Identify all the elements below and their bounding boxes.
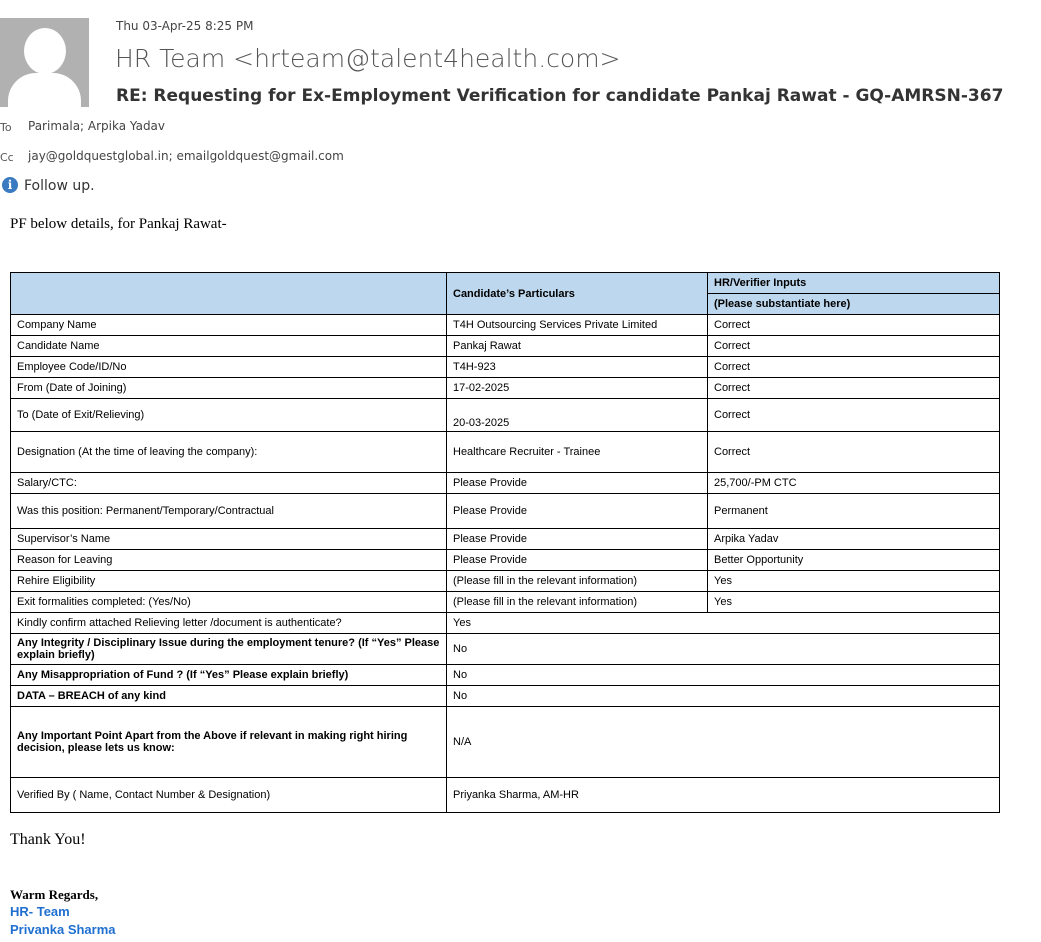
candidate-value: 20-03-2025 — [446, 398, 708, 432]
candidate-value: T4H Outsourcing Services Private Limited — [446, 314, 708, 336]
verifier-value: Correct — [707, 431, 1000, 473]
candidate-value: 17-02-2025 — [446, 377, 708, 399]
signature-team: HR- Team — [10, 904, 70, 919]
header-particulars: Candidate’s Particulars — [446, 272, 708, 315]
info-icon: i — [2, 177, 18, 193]
verifier-value: No — [446, 664, 1000, 686]
field-label: Any Misappropriation of Fund ? (If “Yes”… — [10, 664, 447, 686]
verifier-value: Priyanka Sharma, AM-HR — [446, 777, 1000, 813]
candidate-value: (Please fill in the relevant information… — [446, 591, 708, 613]
table-row: Was this position: Permanent/Temporary/C… — [10, 493, 1000, 529]
candidate-value: T4H-923 — [446, 356, 708, 378]
verifier-value: No — [446, 633, 1000, 665]
candidate-value: Please Provide — [446, 528, 708, 550]
candidate-value: (Please fill in the relevant information… — [446, 570, 708, 592]
candidate-value: Please Provide — [446, 493, 708, 529]
field-label: Any Important Point Apart from the Above… — [10, 706, 447, 778]
verifier-value: Yes — [707, 570, 1000, 592]
field-label: Reason for Leaving — [10, 549, 447, 571]
verifier-value: Arpika Yadav — [707, 528, 1000, 550]
intro-text: PF below details, for Pankaj Rawat- — [10, 216, 227, 232]
email-subject: RE: Requesting for Ex-Employment Verific… — [116, 86, 1004, 106]
field-label: Candidate Name — [10, 335, 447, 357]
verification-table: Candidate’s Particulars HR/Verifier Inpu… — [10, 272, 1000, 813]
table-row: Any Misappropriation of Fund ? (If “Yes”… — [10, 664, 1000, 686]
field-label: To (Date of Exit/Relieving) — [10, 398, 447, 432]
field-label: Any Integrity / Disciplinary Issue durin… — [10, 633, 447, 665]
field-label: Rehire Eligibility — [10, 570, 447, 592]
verifier-value: Better Opportunity — [707, 549, 1000, 571]
table-row: From (Date of Joining) 17-02-2025 Correct — [10, 377, 1000, 399]
candidate-value: Please Provide — [446, 472, 708, 494]
verifier-value: 25,700/-PM CTC — [707, 472, 1000, 494]
signature-name: Privanka Sharma — [10, 922, 116, 937]
table-row: Reason for Leaving Please Provide Better O… — [10, 549, 1000, 571]
table-row: DATA – BREACH of any kind No — [10, 685, 1000, 707]
table-row: To (Date of Exit/Relieving) 20-03-2025 Cor… — [10, 398, 1000, 432]
candidate-value: Healthcare Recruiter - Trainee — [446, 431, 708, 473]
header-verifier: HR/Verifier Inputs — [707, 272, 1000, 294]
table-row: Company Name T4H Outsourcing Services Pri… — [10, 314, 1000, 336]
table-row: Designation (At the time of leaving the … — [10, 431, 1000, 473]
verifier-value: No — [446, 685, 1000, 707]
cc-label: Cc — [0, 151, 14, 164]
table-row: Candidate Name Pankaj Rawat Correct — [10, 335, 1000, 357]
sender-avatar — [0, 18, 89, 107]
regards-text: Warm Regards, — [10, 887, 99, 902]
to-label: To — [0, 121, 12, 134]
verifier-value: Correct — [707, 314, 1000, 336]
table-row: Exit formalities completed: (Yes/No) (Ple… — [10, 591, 1000, 613]
field-label: Company Name — [10, 314, 447, 336]
verifier-value: Correct — [707, 398, 1000, 432]
table-row: Verified By ( Name, Contact Number & Des… — [10, 777, 1000, 813]
to-recipients[interactable]: Parimala; Arpika Yadav — [28, 119, 165, 133]
field-label: DATA – BREACH of any kind — [10, 685, 447, 707]
verifier-value: Correct — [707, 356, 1000, 378]
table-row: Supervisor’s Name Please Provide Arpika Ya… — [10, 528, 1000, 550]
field-label: Salary/CTC: — [10, 472, 447, 494]
field-label: Exit formalities completed: (Yes/No) — [10, 591, 447, 613]
sender[interactable]: HR Team <hrteam@talent4health.com> — [115, 44, 621, 73]
verifier-value: Correct — [707, 377, 1000, 399]
field-label: Employee Code/ID/No — [10, 356, 447, 378]
field-label: Verified By ( Name, Contact Number & Des… — [10, 777, 447, 813]
verifier-value: Yes — [707, 591, 1000, 613]
cc-recipients[interactable]: jay@goldquestglobal.in; emailgoldquest@g… — [28, 149, 344, 163]
table-row: Salary/CTC: Please Provide 25,700/-PM CTC — [10, 472, 1000, 494]
table-row: Kindly confirm attached Relieving letter… — [10, 612, 1000, 634]
field-label: Kindly confirm attached Relieving letter… — [10, 612, 447, 634]
candidate-value: Please Provide — [446, 549, 708, 571]
field-label: Supervisor’s Name — [10, 528, 447, 550]
thanks-text: Thank You! — [10, 831, 86, 848]
table-row: Employee Code/ID/No T4H-923 Correct — [10, 356, 1000, 378]
field-label: Designation (At the time of leaving the … — [10, 431, 447, 473]
field-label: From (Date of Joining) — [10, 377, 447, 399]
follow-up-flag: Follow up. — [24, 178, 95, 194]
verifier-value: N/A — [446, 706, 1000, 778]
field-label: Was this position: Permanent/Temporary/C… — [10, 493, 447, 529]
table-row: Rehire Eligibility (Please fill in the re… — [10, 570, 1000, 592]
table-row: Any Important Point Apart from the Above… — [10, 706, 1000, 778]
verifier-value: Yes — [446, 612, 1000, 634]
verifier-value: Correct — [707, 335, 1000, 357]
email-date: Thu 03-Apr-25 8:25 PM — [116, 19, 254, 33]
header-substantiate: (Please substantiate here) — [707, 293, 1000, 315]
table-row: Any Integrity / Disciplinary Issue durin… — [10, 633, 1000, 665]
verifier-value: Permanent — [707, 493, 1000, 529]
candidate-value: Pankaj Rawat — [446, 335, 708, 357]
